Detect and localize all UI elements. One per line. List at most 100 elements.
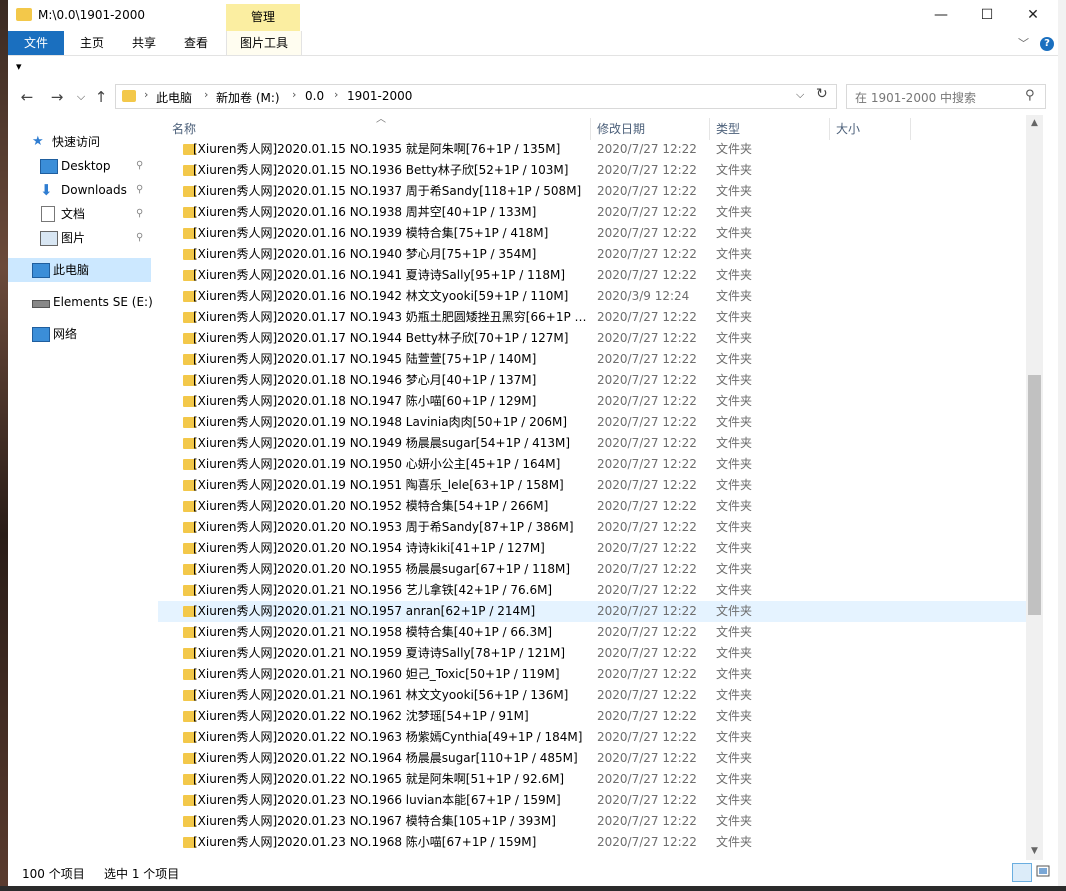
file-name[interactable]: [Xiuren秀人网]2020.01.21 NO.1961 林文文yooki[5… — [193, 685, 588, 706]
sidebar-item-documents[interactable]: 文档 ⚲ — [8, 202, 151, 226]
sidebar-item-elements-drive[interactable]: Elements SE (E:) — [8, 290, 153, 314]
sidebar-item-desktop[interactable]: Desktop ⚲ — [8, 154, 151, 178]
column-header-size[interactable]: 大小 — [836, 120, 860, 138]
sidebar-item-downloads[interactable]: ⬇ Downloads ⚲ — [8, 178, 151, 202]
up-button[interactable]: ↑ — [90, 86, 112, 108]
breadcrumb-current[interactable]: 1901-2000 — [347, 89, 412, 103]
file-name[interactable]: [Xiuren秀人网]2020.01.16 NO.1942 林文文yooki[5… — [193, 286, 588, 307]
file-name[interactable]: [Xiuren秀人网]2020.01.17 NO.1943 奶瓶土肥圆矮挫丑黑穷… — [193, 307, 588, 328]
manage-contextual-tab[interactable]: 管理 — [226, 4, 300, 31]
help-icon[interactable]: ? — [1040, 37, 1054, 51]
file-name[interactable]: [Xiuren秀人网]2020.01.16 NO.1941 夏诗诗Sally[9… — [193, 265, 588, 286]
sidebar-item-pictures[interactable]: 图片 ⚲ — [8, 226, 151, 250]
file-name[interactable]: [Xiuren秀人网]2020.01.15 NO.1935 就是阿朱啊[76+1… — [193, 139, 588, 160]
table-row[interactable]: [Xiuren秀人网]2020.01.15 NO.1937 周于希Sandy[1… — [158, 181, 1028, 202]
forward-button[interactable]: → — [46, 86, 68, 108]
table-row[interactable]: [Xiuren秀人网]2020.01.20 NO.1954 诗诗kiki[41+… — [158, 538, 1028, 559]
close-button[interactable]: ✕ — [1010, 0, 1056, 31]
file-name[interactable]: [Xiuren秀人网]2020.01.22 NO.1965 就是阿朱啊[51+1… — [193, 769, 588, 790]
scroll-up-icon[interactable]: ▲ — [1026, 115, 1043, 132]
tab-view[interactable]: 查看 — [176, 31, 216, 55]
table-row[interactable]: [Xiuren秀人网]2020.01.16 NO.1941 夏诗诗Sally[9… — [158, 265, 1028, 286]
file-name[interactable]: [Xiuren秀人网]2020.01.21 NO.1959 夏诗诗Sally[7… — [193, 643, 588, 664]
file-name[interactable]: [Xiuren秀人网]2020.01.16 NO.1940 梦心月[75+1P … — [193, 244, 588, 265]
table-row[interactable]: [Xiuren秀人网]2020.01.16 NO.1938 周丼空[40+1P … — [158, 202, 1028, 223]
table-row[interactable]: [Xiuren秀人网]2020.01.20 NO.1955 杨晨晨sugar[6… — [158, 559, 1028, 580]
file-name[interactable]: [Xiuren秀人网]2020.01.18 NO.1946 梦心月[40+1P … — [193, 370, 588, 391]
file-name[interactable]: [Xiuren秀人网]2020.01.16 NO.1938 周丼空[40+1P … — [193, 202, 588, 223]
file-name[interactable]: [Xiuren秀人网]2020.01.20 NO.1952 模特合集[54+1P… — [193, 496, 588, 517]
file-name[interactable]: [Xiuren秀人网]2020.01.23 NO.1967 模特合集[105+1… — [193, 811, 588, 832]
file-name[interactable]: [Xiuren秀人网]2020.01.20 NO.1953 周于希Sandy[8… — [193, 517, 588, 538]
file-name[interactable]: [Xiuren秀人网]2020.01.21 NO.1958 模特合集[40+1P… — [193, 622, 588, 643]
file-name[interactable]: [Xiuren秀人网]2020.01.15 NO.1937 周于希Sandy[1… — [193, 181, 588, 202]
file-name[interactable]: [Xiuren秀人网]2020.01.17 NO.1945 陆萱萱[75+1P … — [193, 349, 588, 370]
table-row[interactable]: [Xiuren秀人网]2020.01.22 NO.1962 沈梦瑶[54+1P … — [158, 706, 1028, 727]
table-row[interactable]: [Xiuren秀人网]2020.01.16 NO.1942 林文文yooki[5… — [158, 286, 1028, 307]
file-name[interactable]: [Xiuren秀人网]2020.01.15 NO.1936 Betty林子欣[5… — [193, 160, 588, 181]
table-row[interactable]: [Xiuren秀人网]2020.01.20 NO.1952 模特合集[54+1P… — [158, 496, 1028, 517]
column-divider[interactable] — [910, 118, 911, 140]
table-row[interactable]: [Xiuren秀人网]2020.01.19 NO.1951 陶喜乐_lele[6… — [158, 475, 1028, 496]
scrollbar-thumb[interactable] — [1028, 375, 1041, 615]
file-name[interactable]: [Xiuren秀人网]2020.01.22 NO.1962 沈梦瑶[54+1P … — [193, 706, 588, 727]
file-name[interactable]: [Xiuren秀人网]2020.01.17 NO.1944 Betty林子欣[7… — [193, 328, 588, 349]
file-name[interactable]: [Xiuren秀人网]2020.01.21 NO.1957 anran[62+1… — [193, 601, 588, 622]
table-row[interactable]: [Xiuren秀人网]2020.01.17 NO.1943 奶瓶土肥圆矮挫丑黑穷… — [158, 307, 1028, 328]
minimize-button[interactable]: — — [918, 0, 964, 31]
table-row[interactable]: [Xiuren秀人网]2020.01.21 NO.1960 妲己_Toxic[5… — [158, 664, 1028, 685]
table-row[interactable]: [Xiuren秀人网]2020.01.17 NO.1944 Betty林子欣[7… — [158, 328, 1028, 349]
tab-picture-tools[interactable]: 图片工具 — [226, 31, 302, 55]
table-row[interactable]: [Xiuren秀人网]2020.01.23 NO.1966 luvian本能[6… — [158, 790, 1028, 811]
tab-home[interactable]: 主页 — [72, 31, 112, 55]
file-name[interactable]: [Xiuren秀人网]2020.01.19 NO.1951 陶喜乐_lele[6… — [193, 475, 588, 496]
search-input[interactable]: 在 1901-2000 中搜索 ⚲ — [846, 84, 1046, 109]
file-name[interactable]: [Xiuren秀人网]2020.01.22 NO.1963 杨紫嫣Cynthia… — [193, 727, 588, 748]
breadcrumb-folder[interactable]: 0.0 — [305, 89, 324, 103]
breadcrumb-separator[interactable]: › — [204, 88, 208, 101]
file-name[interactable]: [Xiuren秀人网]2020.01.20 NO.1955 杨晨晨sugar[6… — [193, 559, 588, 580]
address-bar[interactable]: › 此电脑 › 新加卷 (M:) › 0.0 › 1901-2000 ⌵ ↻ — [115, 84, 837, 109]
breadcrumb-separator[interactable]: › — [292, 88, 296, 101]
table-row[interactable]: [Xiuren秀人网]2020.01.22 NO.1963 杨紫嫣Cynthia… — [158, 727, 1028, 748]
ribbon-expand-icon[interactable]: ﹀ — [1018, 35, 1029, 51]
file-name[interactable]: [Xiuren秀人网]2020.01.19 NO.1950 心妍小公主[45+1… — [193, 454, 588, 475]
recent-locations-icon[interactable]: ⌵ — [70, 86, 92, 108]
file-name[interactable]: [Xiuren秀人网]2020.01.21 NO.1960 妲己_Toxic[5… — [193, 664, 588, 685]
table-row[interactable]: [Xiuren秀人网]2020.01.21 NO.1961 林文文yooki[5… — [158, 685, 1028, 706]
sidebar-item-this-pc[interactable]: 此电脑 — [8, 258, 151, 282]
file-name[interactable]: [Xiuren秀人网]2020.01.16 NO.1939 模特合集[75+1P… — [193, 223, 588, 244]
table-row[interactable]: [Xiuren秀人网]2020.01.15 NO.1936 Betty林子欣[5… — [158, 160, 1028, 181]
table-row[interactable]: [Xiuren秀人网]2020.01.18 NO.1946 梦心月[40+1P … — [158, 370, 1028, 391]
table-row[interactable]: [Xiuren秀人网]2020.01.21 NO.1957 anran[62+1… — [158, 601, 1028, 622]
table-row[interactable]: [Xiuren秀人网]2020.01.22 NO.1965 就是阿朱啊[51+1… — [158, 769, 1028, 790]
table-row[interactable]: [Xiuren秀人网]2020.01.17 NO.1945 陆萱萱[75+1P … — [158, 349, 1028, 370]
tab-share[interactable]: 共享 — [124, 31, 164, 55]
breadcrumb-separator[interactable]: › — [144, 88, 148, 101]
file-name[interactable]: [Xiuren秀人网]2020.01.19 NO.1949 杨晨晨sugar[5… — [193, 433, 588, 454]
sidebar-item-network[interactable]: 网络 — [8, 322, 151, 346]
large-icons-view-icon[interactable] — [1036, 864, 1050, 878]
table-row[interactable]: [Xiuren秀人网]2020.01.23 NO.1968 陈小喵[67+1P … — [158, 832, 1028, 853]
table-row[interactable]: [Xiuren秀人网]2020.01.18 NO.1947 陈小喵[60+1P … — [158, 391, 1028, 412]
table-row[interactable]: [Xiuren秀人网]2020.01.19 NO.1950 心妍小公主[45+1… — [158, 454, 1028, 475]
file-name[interactable]: [Xiuren秀人网]2020.01.23 NO.1966 luvian本能[6… — [193, 790, 588, 811]
table-row[interactable]: [Xiuren秀人网]2020.01.19 NO.1949 杨晨晨sugar[5… — [158, 433, 1028, 454]
customize-toolbar-icon[interactable]: ▾ — [16, 60, 22, 73]
file-name[interactable]: [Xiuren秀人网]2020.01.19 NO.1948 Lavinia肉肉[… — [193, 412, 588, 433]
table-row[interactable]: [Xiuren秀人网]2020.01.15 NO.1935 就是阿朱啊[76+1… — [158, 139, 1028, 160]
table-row[interactable]: [Xiuren秀人网]2020.01.21 NO.1959 夏诗诗Sally[7… — [158, 643, 1028, 664]
search-icon[interactable]: ⚲ — [1025, 88, 1035, 103]
column-header-name[interactable]: 名称 — [172, 120, 196, 138]
maximize-button[interactable]: ☐ — [964, 0, 1010, 31]
table-row[interactable]: [Xiuren秀人网]2020.01.16 NO.1939 模特合集[75+1P… — [158, 223, 1028, 244]
refresh-icon[interactable]: ↻ — [816, 86, 828, 102]
file-name[interactable]: [Xiuren秀人网]2020.01.22 NO.1964 杨晨晨sugar[1… — [193, 748, 588, 769]
sidebar-item-quick-access[interactable]: ★ 快速访问 — [8, 130, 151, 154]
table-row[interactable]: [Xiuren秀人网]2020.01.21 NO.1958 模特合集[40+1P… — [158, 622, 1028, 643]
table-row[interactable]: [Xiuren秀人网]2020.01.16 NO.1940 梦心月[75+1P … — [158, 244, 1028, 265]
file-name[interactable]: [Xiuren秀人网]2020.01.21 NO.1956 艺儿拿铁[42+1P… — [193, 580, 588, 601]
table-row[interactable]: [Xiuren秀人网]2020.01.22 NO.1964 杨晨晨sugar[1… — [158, 748, 1028, 769]
column-header-type[interactable]: 类型 — [716, 120, 740, 138]
column-divider[interactable] — [829, 118, 830, 140]
